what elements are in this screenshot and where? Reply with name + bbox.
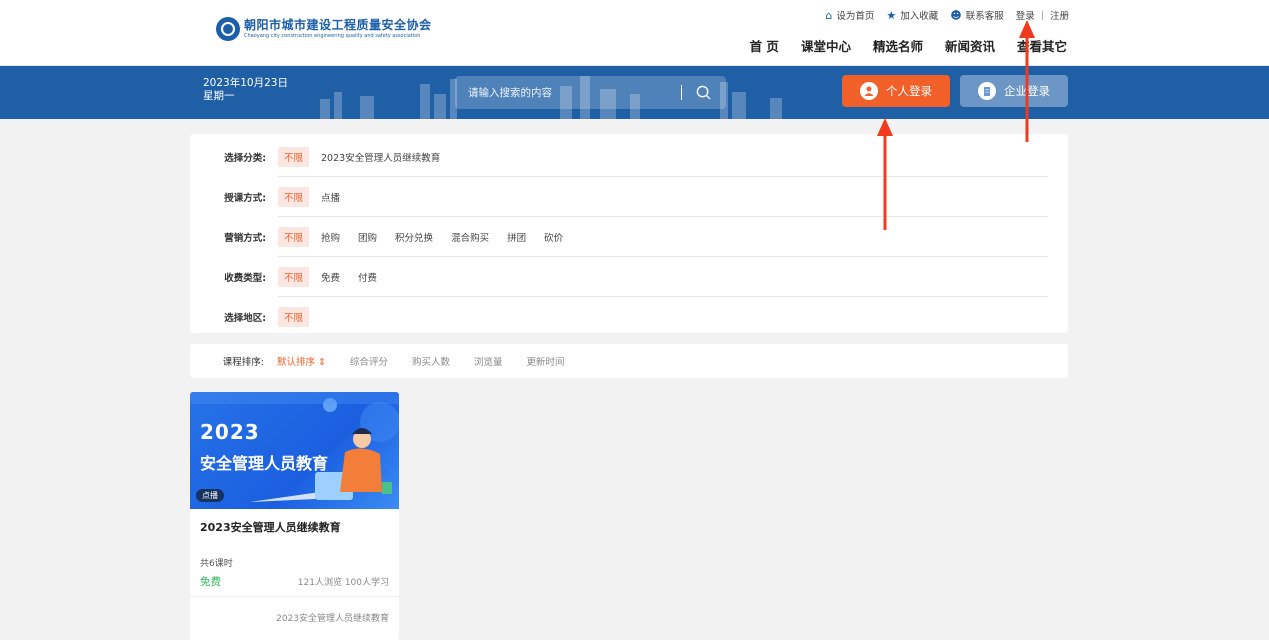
filter-option[interactable]: 抢购 xyxy=(315,227,346,247)
course-stats: 121人浏览 100人学习 xyxy=(297,578,389,588)
date-display: 2023年10月23日 星期一 xyxy=(203,77,288,103)
search-button[interactable] xyxy=(692,82,714,104)
set-homepage-label: 设为首页 xyxy=(836,11,875,22)
logo-title: 朝阳市城市建设工程质量安全协会 xyxy=(244,18,432,32)
filter-row-region: 选择地区: 不限 xyxy=(190,297,1068,337)
sort-updated[interactable]: 更新时间 xyxy=(527,354,565,368)
card-divider xyxy=(190,596,399,597)
site-logo[interactable]: 朝阳市城市建设工程质量安全协会 Chaoyang city constructi… xyxy=(216,17,432,41)
cover-year-text: 2023 xyxy=(200,420,260,444)
filter-option[interactable]: 点播 xyxy=(315,187,346,207)
search-input[interactable] xyxy=(455,76,681,109)
search-divider xyxy=(681,85,682,100)
filter-option[interactable]: 不限 xyxy=(278,227,310,247)
sort-views[interactable]: 浏览量 xyxy=(474,354,503,368)
home-icon: ⌂ xyxy=(825,8,833,22)
service-icon: ☻ xyxy=(950,8,962,22)
course-card[interactable]: 2023 安全管理人员教育 点播 2023安全管理人员继续教育 共6课时 免费 … xyxy=(190,392,399,640)
current-weekday: 星期一 xyxy=(203,90,235,102)
course-type-badge: 点播 xyxy=(196,489,224,502)
sort-purchases[interactable]: 购买人数 xyxy=(412,354,450,368)
filter-panel: 选择分类: 不限 2023安全管理人员继续教育 授课方式: 不限 点播 营销方式… xyxy=(190,134,1068,333)
filter-option[interactable]: 不限 xyxy=(278,267,310,287)
register-link[interactable]: 注册 xyxy=(1050,8,1069,22)
logo-emblem-icon xyxy=(216,17,240,41)
search-icon xyxy=(696,85,711,100)
nav-home[interactable]: 首 页 xyxy=(750,36,779,55)
filter-row-teaching-method: 授课方式: 不限 点播 xyxy=(190,177,1068,217)
star-icon: ★ xyxy=(886,8,897,22)
set-homepage-link[interactable]: ⌂ 设为首页 xyxy=(825,8,875,23)
filter-option[interactable]: 不限 xyxy=(278,147,310,167)
filter-row-marketing: 营销方式: 不限 抢购 团购 积分兑换 混合购买 拼团 砍价 xyxy=(190,217,1068,257)
logo-subtitle: Chaoyang city construction engineering q… xyxy=(244,33,421,39)
course-hours: 共6课时 xyxy=(200,559,233,569)
contact-service-label: 联系客服 xyxy=(965,11,1004,22)
sort-bar: 课程排序: 默认排序 ⇕ 综合评分 购买人数 浏览量 更新时间 xyxy=(190,344,1068,378)
building-icon xyxy=(978,82,996,100)
filter-row-fee-type: 收费类型: 不限 免费 付费 xyxy=(190,257,1068,297)
nav-news[interactable]: 新闻资讯 xyxy=(945,36,995,55)
nav-classroom-center[interactable]: 课堂中心 xyxy=(801,36,851,55)
filter-label: 营销方式: xyxy=(224,233,266,244)
add-favorite-link[interactable]: ★ 加入收藏 xyxy=(886,8,939,23)
filter-option[interactable]: 免费 xyxy=(315,267,346,287)
banner-bar: 2023年10月23日 星期一 个人登录 企业登录 xyxy=(0,66,1269,119)
annotation-arrow-login-link xyxy=(1019,20,1035,142)
cover-title-text: 安全管理人员教育 xyxy=(200,454,329,473)
filter-option[interactable]: 砍价 xyxy=(538,227,569,247)
contact-service-link[interactable]: ☻ 联系客服 xyxy=(950,8,1004,23)
personal-login-button[interactable]: 个人登录 xyxy=(842,75,950,107)
user-icon xyxy=(860,82,878,100)
sort-rating[interactable]: 综合评分 xyxy=(350,354,388,368)
nav-featured-teachers[interactable]: 精选名师 xyxy=(873,36,923,55)
filter-option[interactable]: 不限 xyxy=(278,187,310,207)
filter-option[interactable]: 拼团 xyxy=(501,227,532,247)
filter-option[interactable]: 付费 xyxy=(352,267,383,287)
filter-option[interactable]: 不限 xyxy=(278,307,310,327)
course-category: 2023安全管理人员继续教育 xyxy=(276,614,389,624)
auth-separator: | xyxy=(1040,9,1044,21)
course-title[interactable]: 2023安全管理人员继续教育 xyxy=(200,519,341,535)
annotation-arrow-personal-login xyxy=(877,118,893,230)
sort-label: 课程排序: xyxy=(222,357,264,368)
course-cover-image[interactable]: 2023 安全管理人员教育 点播 xyxy=(190,392,399,509)
filter-option[interactable]: 2023安全管理人员继续教育 xyxy=(315,147,446,167)
personal-login-label: 个人登录 xyxy=(886,84,932,98)
filter-label: 选择地区: xyxy=(224,313,266,324)
sort-default[interactable]: 默认排序 ⇕ xyxy=(277,354,326,368)
filter-label: 选择分类: xyxy=(224,153,266,164)
filter-row-category: 选择分类: 不限 2023安全管理人员继续教育 xyxy=(190,137,1068,177)
filter-option[interactable]: 混合购买 xyxy=(445,227,495,247)
add-favorite-label: 加入收藏 xyxy=(900,11,939,22)
course-price: 免费 xyxy=(200,576,221,588)
current-date: 2023年10月23日 xyxy=(203,77,288,89)
search-box xyxy=(455,76,726,109)
filter-label: 授课方式: xyxy=(224,193,266,204)
top-header: 朝阳市城市建设工程质量安全协会 Chaoyang city constructi… xyxy=(0,0,1269,66)
filter-option[interactable]: 积分兑换 xyxy=(389,227,439,247)
filter-option[interactable]: 团购 xyxy=(352,227,383,247)
filter-label: 收费类型: xyxy=(224,273,266,284)
